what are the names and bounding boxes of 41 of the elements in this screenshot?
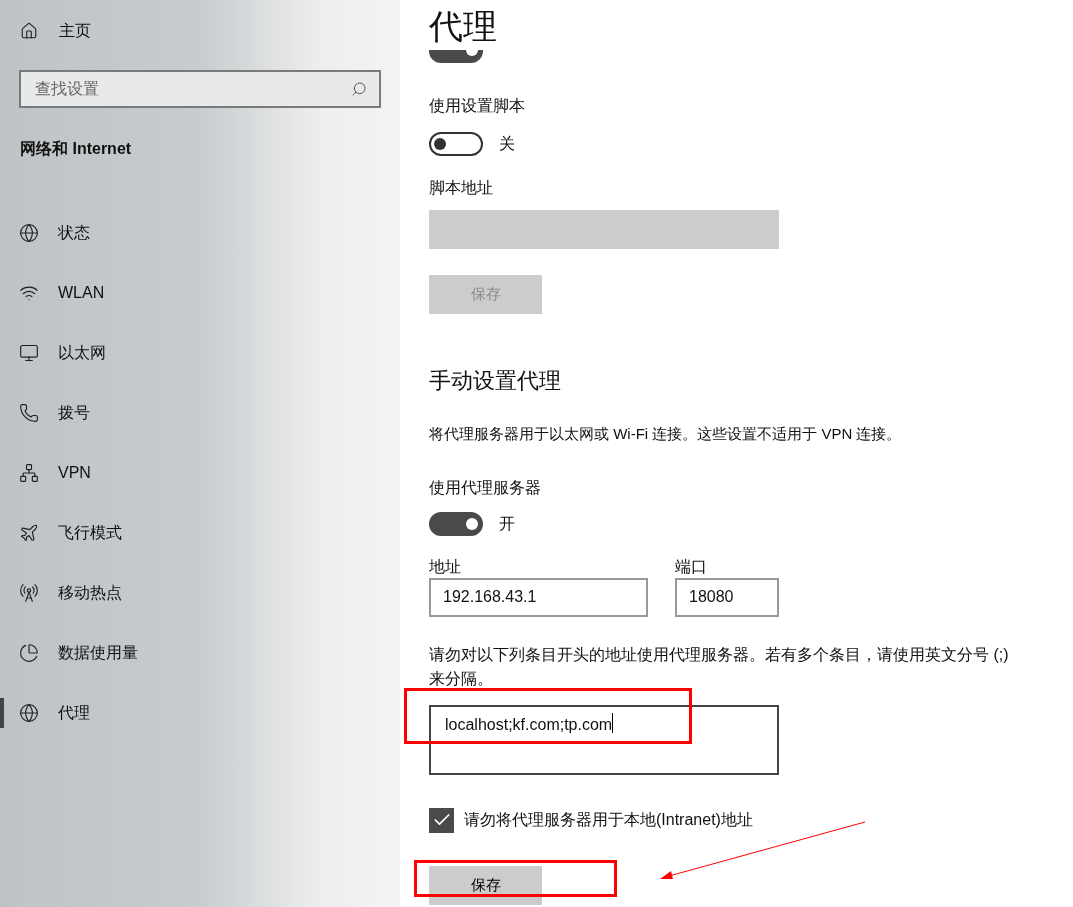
nav-item[interactable]: 拨号 [0, 398, 98, 428]
description-text: 将代理服务器用于以太网或 Wi-Fi 连接。这些设置不适用于 VPN 连接。 [429, 424, 903, 444]
nav-item[interactable]: 代理 [0, 698, 98, 728]
phone-icon [19, 403, 39, 423]
nav-item[interactable]: 数据使用量 [0, 638, 146, 668]
nav-item[interactable]: VPN [0, 458, 99, 488]
instruction-text: 请勿对以下列条目开头的地址使用代理服务器。若有多个条目，请使用英文分号 (;) 来分隔。 [429, 644, 1009, 689]
save-button[interactable]: 保存 [429, 865, 542, 905]
script-address-field[interactable] [429, 210, 779, 249]
section-heading: 手动设置代理 [429, 367, 562, 395]
address-field[interactable]: 192.168.43.1 [429, 577, 648, 617]
home-icon [20, 22, 38, 40]
airplane-icon [19, 523, 39, 543]
toggle-switch[interactable] [429, 50, 483, 63]
field-label: 脚本地址 [429, 178, 494, 198]
toggle-switch[interactable] [429, 511, 483, 536]
section-heading: 网络和 Internet [19, 139, 133, 159]
port-field[interactable]: 18080 [675, 577, 779, 617]
globe-icon [19, 223, 39, 243]
nav-item[interactable]: 移动热点 [0, 578, 130, 608]
toggle-switch[interactable] [429, 132, 483, 156]
pie-chart-icon [19, 643, 39, 663]
setting-label: 使用代理服务器 [429, 477, 542, 498]
nav-item[interactable]: 以太网 [0, 338, 114, 368]
nav-item[interactable]: 飞行模式 [0, 518, 130, 548]
nav-item[interactable]: WLAN [0, 278, 113, 308]
toggle-state: 关 [499, 134, 515, 154]
nav-item[interactable]: 状态 [0, 218, 98, 248]
globe-icon [19, 703, 39, 723]
checkbox[interactable] [429, 807, 454, 833]
field-label: 端口 [675, 557, 708, 576]
search-field[interactable]: 查找设置 [19, 70, 381, 108]
home-link[interactable]: 主页 [59, 19, 91, 43]
monitor-icon [19, 343, 39, 363]
setting-label: 使用设置脚本 [429, 96, 526, 116]
antenna-icon [19, 583, 39, 603]
search-icon [351, 81, 367, 97]
checkbox-label: 请勿将代理服务器用于本地(Intranet)地址 [464, 810, 753, 830]
field-label: 地址 [429, 557, 462, 576]
exceptions-field[interactable]: localhost;kf.com;tp.com [429, 704, 779, 775]
toggle-state: 开 [499, 513, 515, 534]
